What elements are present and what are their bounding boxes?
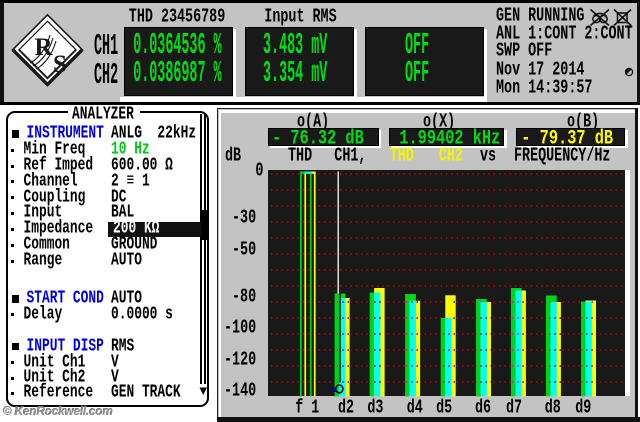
svg-text:R: R <box>35 34 54 61</box>
svg-text:S: S <box>53 51 67 78</box>
